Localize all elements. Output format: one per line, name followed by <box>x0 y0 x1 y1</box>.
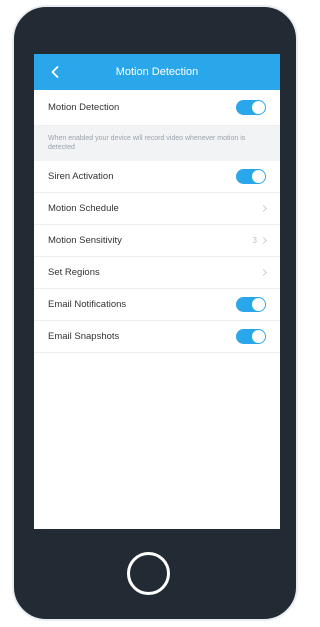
chevron-right-icon <box>259 205 268 213</box>
motion-detection-toggle[interactable] <box>236 100 266 115</box>
setting-label: Motion Detection <box>48 102 120 113</box>
page-title: Motion Detection <box>115 66 199 78</box>
app-screen: Motion Detection Motion Detection When e… <box>34 54 280 529</box>
motion-detection-description: When enabled your device will record vid… <box>34 126 280 162</box>
setting-label: Email Snapshots <box>48 331 120 343</box>
row-accessory <box>259 269 268 277</box>
back-button[interactable] <box>47 63 63 81</box>
email-notifications-toggle[interactable] <box>236 297 266 313</box>
row-accessory: 3 <box>252 236 268 246</box>
email-snapshots-toggle[interactable] <box>236 329 266 345</box>
setting-row-motion-schedule[interactable]: Motion Schedule <box>34 193 280 226</box>
setting-label: Email Notifications <box>48 299 127 311</box>
chevron-right-icon <box>259 269 268 277</box>
home-button[interactable] <box>127 552 170 595</box>
setting-label: Siren Activation <box>48 171 114 183</box>
chevron-right-icon <box>259 237 268 245</box>
row-accessory <box>259 205 268 213</box>
setting-label: Motion Schedule <box>48 203 119 215</box>
setting-row-motion-sensitivity[interactable]: Motion Sensitivity 3 <box>34 225 280 258</box>
sensitivity-value: 3 <box>252 236 257 246</box>
chevron-left-icon <box>51 66 59 78</box>
phone-frame: Motion Detection Motion Detection When e… <box>12 5 298 621</box>
siren-activation-toggle[interactable] <box>236 169 266 185</box>
header-bar: Motion Detection <box>34 54 280 90</box>
setting-label: Motion Sensitivity <box>48 235 122 247</box>
setting-label: Set Regions <box>48 267 100 279</box>
setting-row-email-notifications: Email Notifications <box>34 289 280 322</box>
setting-row-email-snapshots: Email Snapshots <box>34 321 280 354</box>
setting-row-set-regions[interactable]: Set Regions <box>34 257 280 290</box>
setting-row-siren-activation: Siren Activation <box>34 161 280 194</box>
setting-row-motion-detection: Motion Detection <box>34 90 280 126</box>
